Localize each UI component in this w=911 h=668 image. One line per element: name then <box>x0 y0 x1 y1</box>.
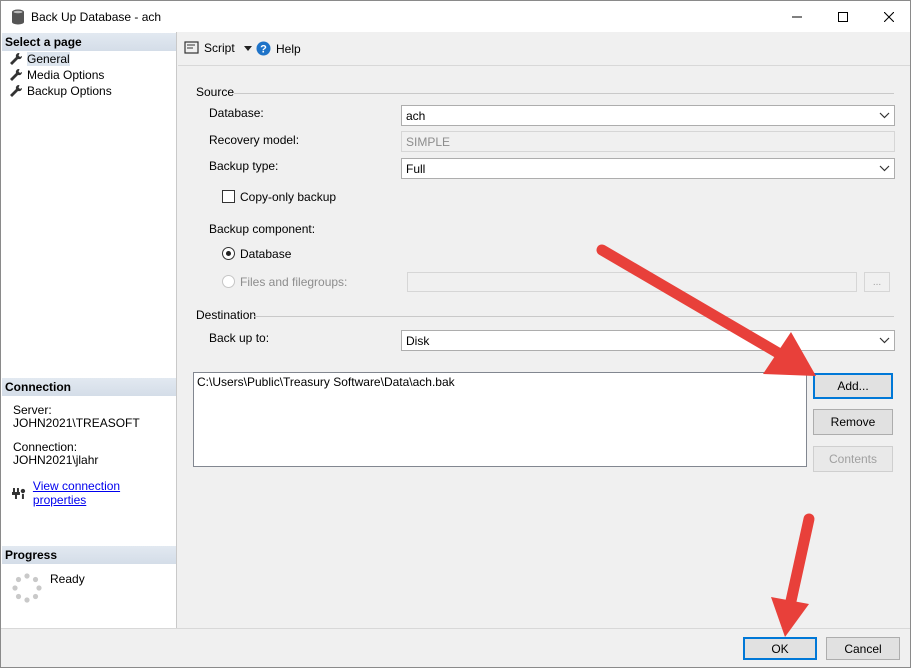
connection-properties-icon <box>11 488 26 499</box>
progress-status: Ready <box>50 572 85 586</box>
select-page-header: Select a page <box>2 33 176 51</box>
dialog-footer: OK Cancel <box>1 628 910 667</box>
close-button[interactable] <box>866 1 910 32</box>
connection-header: Connection <box>2 378 176 396</box>
filegroups-browse-button: ... <box>864 272 890 292</box>
contents-button[interactable]: Contents <box>813 446 893 472</box>
back-up-to-label: Back up to: <box>209 331 270 345</box>
chevron-down-icon <box>879 112 890 119</box>
script-icon <box>184 41 199 54</box>
recovery-model-label: Recovery model: <box>209 133 300 147</box>
component-files-label: Files and filegroups: <box>240 275 348 289</box>
chevron-down-icon <box>879 337 890 344</box>
source-divider <box>234 93 894 94</box>
copy-only-label: Copy-only backup <box>240 190 337 204</box>
remove-button[interactable]: Remove <box>813 409 893 435</box>
maximize-icon <box>838 11 848 22</box>
minimize-icon <box>792 16 802 17</box>
script-label: Script <box>204 41 235 55</box>
list-item[interactable]: C:\Users\Public\Treasury Software\Data\a… <box>197 375 803 389</box>
page-item-general[interactable]: General <box>9 51 70 67</box>
minimize-button[interactable] <box>774 1 820 32</box>
backup-component-label: Backup component: <box>209 222 316 236</box>
script-button[interactable]: Script <box>184 41 252 55</box>
copy-only-checkbox[interactable] <box>222 190 235 203</box>
svg-text:?: ? <box>260 44 267 56</box>
toolbar: Script ? Help <box>178 32 910 65</box>
database-select[interactable]: ach <box>401 105 895 126</box>
add-button[interactable]: Add... <box>813 373 893 399</box>
component-database-label: Database <box>240 247 292 261</box>
backup-type-label: Backup type: <box>209 159 279 173</box>
database-value: ach <box>406 109 426 123</box>
back-up-to-select[interactable]: Disk <box>401 330 895 351</box>
title-bar: Back Up Database - ach <box>1 1 910 32</box>
page-item-backup-options[interactable]: Backup Options <box>9 83 112 99</box>
page-item-media-options[interactable]: Media Options <box>9 67 104 83</box>
page-item-label: Media Options <box>27 68 105 82</box>
page-item-label: General <box>27 52 70 66</box>
general-page-content: Source Database: ach Recovery model: SIM… <box>178 65 910 628</box>
maximize-button[interactable] <box>820 1 866 32</box>
help-label: Help <box>276 41 301 56</box>
view-connection-properties-row: View connection properties <box>11 479 176 507</box>
view-connection-properties-link[interactable]: View connection properties <box>33 479 176 507</box>
help-icon: ? <box>256 41 271 56</box>
backup-dialog: Back Up Database - ach Select a page Gen… <box>0 0 911 668</box>
database-label: Database: <box>209 106 264 120</box>
filegroups-field <box>407 272 857 292</box>
page-item-label: Backup Options <box>27 84 112 98</box>
progress-spinner-icon <box>12 573 42 603</box>
wrench-icon <box>10 52 23 65</box>
wrench-icon <box>10 84 23 97</box>
database-icon <box>12 9 24 25</box>
backup-type-select[interactable]: Full <box>401 158 895 179</box>
destination-divider <box>254 316 894 317</box>
chevron-down-icon <box>879 165 890 172</box>
destination-list[interactable]: C:\Users\Public\Treasury Software\Data\a… <box>193 372 807 467</box>
back-up-to-value: Disk <box>406 334 430 348</box>
left-panel: Select a page General Media Options Back… <box>1 32 177 628</box>
cancel-button[interactable]: Cancel <box>826 637 900 660</box>
progress-header: Progress <box>2 546 176 564</box>
component-files-radio[interactable] <box>222 275 235 288</box>
source-group-label: Source <box>196 85 235 99</box>
recovery-model-value: SIMPLE <box>406 135 451 149</box>
component-database-radio[interactable] <box>222 247 235 260</box>
close-icon <box>884 11 894 22</box>
recovery-model-field: SIMPLE <box>401 131 895 152</box>
help-button[interactable]: ? Help <box>256 41 301 56</box>
wrench-icon <box>10 68 23 81</box>
backup-type-value: Full <box>406 162 426 176</box>
ok-button[interactable]: OK <box>743 637 817 660</box>
window-title: Back Up Database - ach <box>31 10 162 24</box>
connection-value: JOHN2021\jlahr <box>13 453 99 467</box>
dropdown-arrow-icon <box>243 45 252 51</box>
server-value: JOHN2021\TREASOFT <box>13 416 140 430</box>
destination-group-label: Destination <box>196 308 257 322</box>
